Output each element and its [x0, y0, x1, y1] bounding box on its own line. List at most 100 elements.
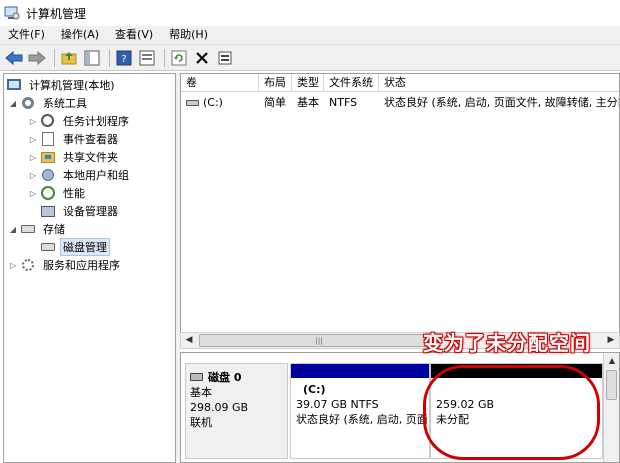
- navigation-tree: 计算机管理(本地) ◢ 系统工具 ▷ 任务计划程序 ▷ 事件查看器 ▷ 共享文件…: [3, 73, 176, 463]
- export-icon[interactable]: [215, 48, 235, 68]
- collapsed-arrow-icon[interactable]: ▷: [8, 261, 18, 270]
- svg-text:?: ?: [121, 54, 126, 65]
- tree-item-label: 磁盘管理: [60, 238, 110, 256]
- up-folder-icon[interactable]: [59, 48, 79, 68]
- show-tree-icon[interactable]: [82, 48, 102, 68]
- tree-item-task-scheduler[interactable]: ▷ 任务计划程序: [28, 112, 132, 130]
- tree-item-local-users[interactable]: ▷ 本地用户和组: [28, 166, 132, 184]
- menu-file[interactable]: 文件(F): [0, 26, 53, 44]
- tree-item-label: 系统工具: [43, 97, 87, 110]
- performance-icon: [40, 185, 56, 201]
- partition-status: 状态良好 (系统, 启动, 页面: [296, 413, 428, 426]
- column-header-filesystem[interactable]: 文件系统: [324, 74, 379, 92]
- collapsed-arrow-icon[interactable]: ▷: [28, 135, 38, 144]
- toolbar-separator: [54, 48, 55, 67]
- computer-management-icon: [4, 5, 20, 21]
- tree-item-label: 事件查看器: [63, 133, 118, 146]
- toolbar-separator: [164, 48, 165, 67]
- title-bar: 计算机管理: [0, 0, 620, 26]
- scroll-thumb[interactable]: [606, 370, 617, 400]
- clock-icon: [40, 113, 56, 129]
- services-icon: [20, 257, 36, 273]
- volume-name: (C:): [203, 96, 223, 109]
- collapsed-arrow-icon[interactable]: ▷: [28, 117, 38, 126]
- disk-management-icon: [40, 239, 56, 255]
- volume-list-header: 卷 布局 类型 文件系统 状态: [181, 74, 619, 92]
- tree-item-event-viewer[interactable]: ▷ 事件查看器: [28, 130, 121, 148]
- tree-item-computer-management[interactable]: 计算机管理(本地): [6, 76, 118, 94]
- layout-cell: 简单: [264, 96, 286, 109]
- disk-name-row: 磁盘 0: [190, 369, 283, 385]
- tree-item-disk-management[interactable]: 磁盘管理: [40, 238, 110, 256]
- table-row[interactable]: (C:) 简单 基本 NTFS 状态良好 (系统, 启动, 页面文件, 故障转储…: [181, 94, 620, 112]
- event-log-icon: [40, 131, 56, 147]
- column-header-type[interactable]: 类型: [292, 74, 324, 92]
- tree-item-label: 设备管理器: [63, 205, 118, 218]
- volume-cell: (C:): [181, 94, 259, 112]
- column-header-status[interactable]: 状态: [379, 74, 619, 92]
- expanded-arrow-icon[interactable]: ◢: [8, 99, 18, 108]
- disk-size: 298.09 GB: [190, 401, 249, 414]
- collapsed-arrow-icon[interactable]: ▷: [28, 189, 38, 198]
- partition-name: (C:): [303, 383, 326, 396]
- collapsed-arrow-icon[interactable]: ▷: [28, 171, 38, 180]
- tree-item-shared-folders[interactable]: ▷ 共享文件夹: [28, 148, 121, 166]
- toolbar-separator: [109, 48, 110, 67]
- tree-item-device-manager[interactable]: 设备管理器: [40, 202, 121, 220]
- tree-item-label: 性能: [63, 187, 85, 200]
- properties-icon[interactable]: [137, 48, 157, 68]
- scroll-up-icon[interactable]: ▲: [604, 353, 619, 368]
- tree-item-label: 本地用户和组: [63, 169, 129, 182]
- drive-icon: [186, 100, 199, 106]
- storage-icon: [20, 221, 36, 237]
- scroll-thumb[interactable]: |||: [199, 334, 439, 347]
- tree-item-performance[interactable]: ▷ 性能: [28, 184, 88, 202]
- expanded-arrow-icon[interactable]: ◢: [8, 225, 18, 234]
- annotation-text: 变为了未分配空间: [423, 331, 591, 355]
- disk-type: 基本: [190, 386, 212, 399]
- toolbar: ?: [0, 45, 620, 71]
- shared-folder-icon: [40, 149, 56, 165]
- help-icon[interactable]: ?: [114, 48, 134, 68]
- volume-list: 卷 布局 类型 文件系统 状态 (C:) 简单 基本 NTFS 状态良好 (系统…: [180, 73, 620, 346]
- tree-item-label: 任务计划程序: [63, 115, 129, 128]
- status-cell: 状态良好 (系统, 启动, 页面文件, 故障转储, 主分区: [384, 96, 620, 109]
- annotation-circle: [423, 365, 600, 460]
- computer-management-icon: [6, 77, 22, 93]
- collapsed-arrow-icon[interactable]: ▷: [28, 153, 38, 162]
- users-icon: [40, 167, 56, 183]
- menu-bar: 文件(F) 操作(A) 查看(V) 帮助(H): [0, 26, 620, 45]
- filesystem-cell: NTFS: [329, 96, 358, 109]
- device-manager-icon: [40, 203, 56, 219]
- disk-icon: [190, 373, 203, 381]
- tree-item-label: 共享文件夹: [63, 151, 118, 164]
- tree-item-label: 服务和应用程序: [43, 259, 120, 272]
- column-header-layout[interactable]: 布局: [259, 74, 292, 92]
- delete-icon[interactable]: [192, 48, 212, 68]
- menu-action[interactable]: 操作(A): [53, 26, 107, 44]
- disk-name: 磁盘 0: [208, 371, 242, 384]
- type-cell: 基本: [297, 96, 319, 109]
- tools-icon: [20, 95, 36, 111]
- menu-view[interactable]: 查看(V): [107, 26, 161, 44]
- partition-c[interactable]: (C:) 39.07 GB NTFS 状态良好 (系统, 启动, 页面: [290, 363, 430, 459]
- tree-item-services-apps[interactable]: ▷ 服务和应用程序: [8, 256, 123, 274]
- vertical-scrollbar[interactable]: ▲: [603, 353, 619, 462]
- menu-help[interactable]: 帮助(H): [161, 26, 216, 44]
- tree-item-system-tools[interactable]: ◢ 系统工具: [8, 94, 90, 112]
- window-title: 计算机管理: [26, 6, 87, 21]
- forward-arrow-icon[interactable]: [27, 48, 47, 68]
- primary-partition-bar: [291, 364, 429, 378]
- column-header-volume[interactable]: 卷: [181, 74, 259, 92]
- tree-item-storage[interactable]: ◢ 存储: [8, 220, 68, 238]
- partition-size-fs: 39.07 GB NTFS: [296, 398, 379, 411]
- refresh-icon[interactable]: [169, 48, 189, 68]
- grip-icon: |||: [315, 337, 323, 345]
- disk-state: 联机: [190, 416, 212, 429]
- scroll-left-icon[interactable]: ◀: [181, 333, 197, 348]
- tree-item-label: 计算机管理(本地): [29, 79, 115, 92]
- tree-item-label: 存储: [43, 223, 65, 236]
- scroll-right-icon[interactable]: ▶: [603, 333, 619, 348]
- disk-info[interactable]: 磁盘 0 基本 298.09 GB 联机: [185, 363, 288, 459]
- back-arrow-icon[interactable]: [4, 48, 24, 68]
